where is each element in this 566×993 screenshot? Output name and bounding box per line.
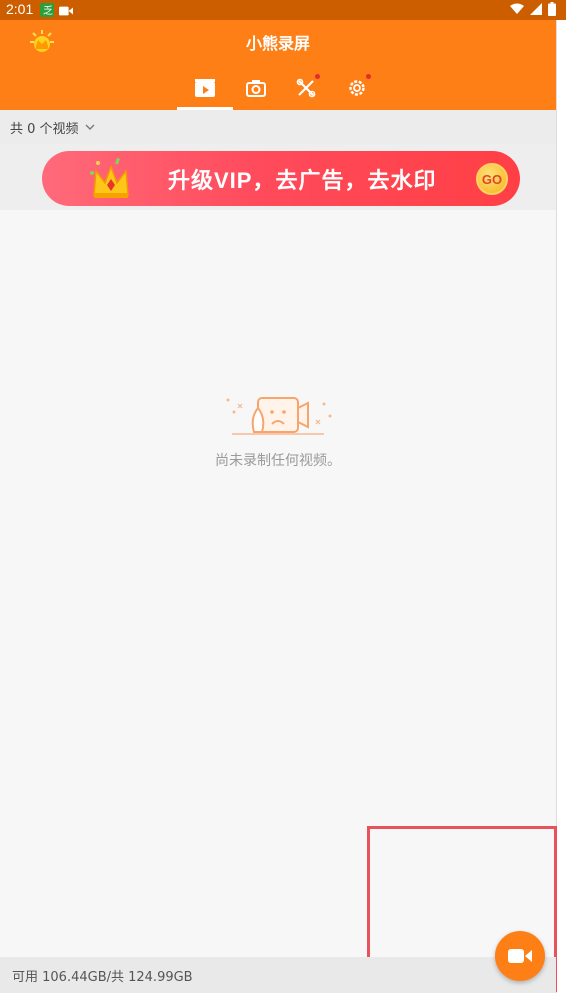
tools-badge — [315, 74, 320, 79]
vip-banner-text: 升级VIP，去广告，去水印 — [168, 168, 437, 193]
app-notification-icon: 乏 — [40, 3, 54, 17]
empty-video-illustration-icon — [226, 397, 332, 435]
tab-tools[interactable] — [286, 68, 326, 108]
video-clapper-icon — [195, 79, 215, 97]
tab-settings[interactable] — [337, 68, 377, 108]
storage-footer: 可用 106.44GB/共 124.99GB — [0, 957, 556, 993]
tab-bar — [0, 68, 556, 110]
video-count-label: 共 0 个视频 — [10, 121, 79, 137]
record-button[interactable] — [495, 931, 545, 981]
empty-state: 尚未录制任何视频。 — [0, 390, 556, 470]
crown-icon — [90, 157, 129, 198]
signal-icon — [530, 3, 542, 15]
svg-text:乏: 乏 — [43, 5, 53, 17]
tab-screenshots[interactable] — [236, 68, 276, 108]
banner-container: 升级VIP，去广告，去水印 GO — [0, 144, 556, 210]
gear-icon — [349, 80, 365, 96]
video-recording-icon — [59, 6, 73, 16]
empty-message: 尚未录制任何视频。 — [215, 453, 341, 469]
status-time: 2:01 — [6, 1, 34, 17]
storage-info: 可用 106.44GB/共 124.99GB — [12, 969, 193, 985]
app-title: 小熊录屏 — [245, 36, 310, 53]
screen-edge — [556, 20, 566, 993]
camera-icon — [246, 80, 266, 97]
go-button[interactable]: GO — [476, 163, 508, 195]
vip-upgrade-banner[interactable]: 升级VIP，去广告，去水印 GO — [42, 151, 520, 206]
battery-icon — [548, 2, 556, 16]
chevron-down-icon — [85, 124, 95, 130]
tab-videos[interactable] — [177, 68, 233, 110]
tools-icon — [296, 78, 316, 98]
settings-badge — [366, 74, 371, 79]
video-camera-icon — [508, 949, 532, 963]
wifi-icon — [510, 3, 524, 14]
status-bar: 2:01 乏 — [0, 0, 566, 20]
app-bar: 小熊录屏 — [0, 20, 556, 110]
video-count-filter[interactable]: 共 0 个视频 — [0, 110, 556, 144]
